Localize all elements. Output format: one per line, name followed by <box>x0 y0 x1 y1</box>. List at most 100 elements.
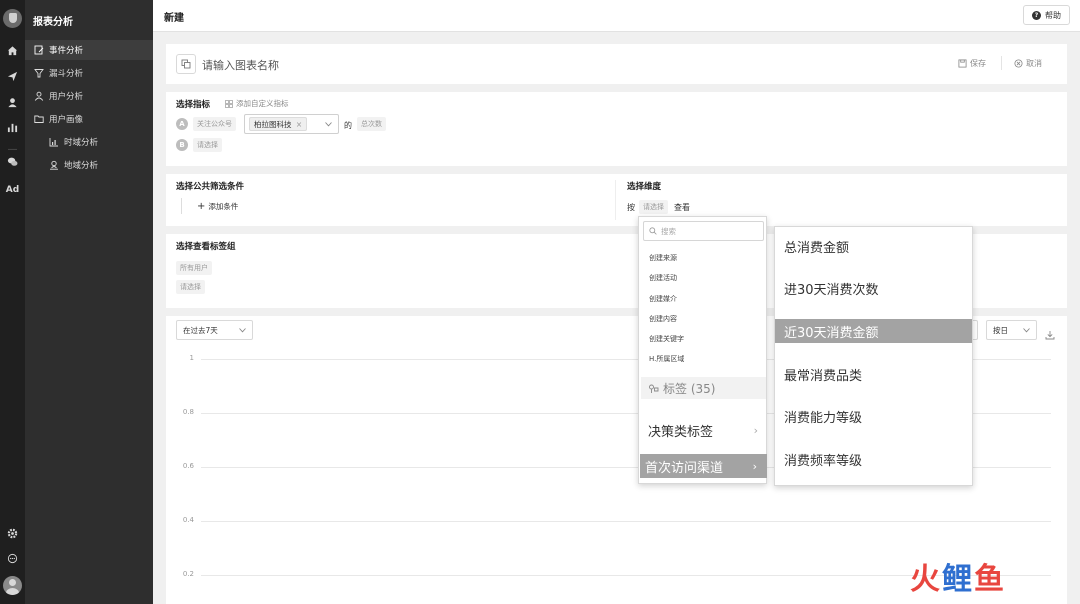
chevron-right-icon: › <box>752 459 757 473</box>
event-select[interactable]: 关注公众号 <box>193 117 236 131</box>
location-user-icon <box>47 158 61 172</box>
y-tick-label: 1 <box>189 354 194 362</box>
dimension-title: 选择维度 <box>627 182 662 192</box>
edit-doc-icon <box>32 43 46 57</box>
dropdown-option[interactable]: 创建活动 <box>649 273 677 283</box>
funnel-icon <box>32 66 46 80</box>
tag-option-selected[interactable]: 近30天消费金额 <box>775 319 972 343</box>
dropdown-search-input[interactable]: 搜索 <box>643 221 764 241</box>
chat-icon[interactable] <box>0 553 25 564</box>
dropdown-option[interactable]: H.所属区域 <box>649 354 684 364</box>
granularity-select[interactable]: 按日 <box>986 320 1037 340</box>
metric-title: 选择指标 <box>176 100 211 110</box>
all-users-chip[interactable]: 所有用户 <box>176 261 212 275</box>
add-condition-label: 添加条件 <box>208 202 239 211</box>
category-label: 首次访问渠道 <box>645 460 724 476</box>
question-icon: ? <box>1032 10 1041 20</box>
add-custom-metric-button[interactable]: 添加自定义指标 <box>225 98 289 109</box>
sidebar-item-user-portrait[interactable]: 用户画像 <box>25 109 153 129</box>
sidebar-item-label: 地域分析 <box>64 161 99 171</box>
label-group-select[interactable]: 请选择 <box>176 280 205 294</box>
bar-chart-icon[interactable] <box>0 122 25 133</box>
tag-option[interactable]: 进30天消费次数 <box>775 276 972 300</box>
y-tick-label: 0.8 <box>182 408 194 416</box>
category-label: 决策类标签 <box>648 424 714 440</box>
tag-option[interactable]: 消费频率等级 <box>775 447 972 471</box>
avatar[interactable] <box>3 576 22 595</box>
sidebar-item-label: 时域分析 <box>64 138 99 148</box>
tag-options-dropdown: 总消费金额 进30天消费次数 近30天消费金额 最常消费品类 消费能力等级 消费… <box>774 226 973 486</box>
search-placeholder: 搜索 <box>661 226 676 236</box>
grid-line <box>201 521 1051 522</box>
tag-option[interactable]: 消费能力等级 <box>775 404 972 428</box>
save-icon <box>958 59 967 68</box>
sidebar-item-user-analysis[interactable]: 用户分析 <box>25 86 153 106</box>
chevron-down-icon <box>325 122 332 127</box>
user-icon[interactable] <box>0 97 25 108</box>
cancel-label: 取消 <box>1026 59 1042 68</box>
metric-b-badge: B <box>176 139 188 151</box>
tag-group-label: 标签 (35) <box>663 381 716 396</box>
y-tick-label: 0.6 <box>182 462 194 470</box>
watermark-char: 鱼 <box>974 562 1004 597</box>
add-custom-metric-label: 添加自定义指标 <box>236 99 289 108</box>
download-icon[interactable] <box>1045 325 1055 344</box>
date-range-select[interactable]: 在过去7天 <box>176 320 253 340</box>
divider <box>1001 56 1002 70</box>
cancel-icon <box>1014 59 1023 68</box>
dropdown-option[interactable]: 创建媒介 <box>649 294 677 304</box>
sidebar-item-event-analysis[interactable]: 事件分析 <box>25 40 153 60</box>
property-select[interactable]: 柏拉图科技 × <box>244 114 339 134</box>
dropdown-option[interactable]: 创建来源 <box>649 253 677 263</box>
chevron-down-icon <box>1023 327 1030 332</box>
page-title: 新建 <box>164 13 184 24</box>
menu-title: 报表分析 <box>33 17 73 28</box>
watermark-logo: 火 鲤 鱼 <box>910 562 1004 598</box>
metric-b-select[interactable]: 请选择 <box>193 138 222 152</box>
filter-title: 选择公共筛选条件 <box>176 182 245 192</box>
dimension-prefix: 按 <box>627 203 635 212</box>
category-first-visit-channel[interactable]: 首次访问渠道 › <box>640 454 767 478</box>
dropdown-option[interactable]: 创建关键字 <box>649 334 684 344</box>
tag-option[interactable]: 最常消费品类 <box>775 362 972 386</box>
dimension-dropdown: 搜索 创建来源 创建活动 创建媒介 创建内容 创建关键字 H.所属区域 标签 (… <box>638 216 767 484</box>
save-button[interactable]: 保存 <box>958 58 986 69</box>
sidebar-item-label: 事件分析 <box>49 46 84 56</box>
add-condition-button[interactable]: + 添加条件 <box>197 201 238 212</box>
top-header: 新建 ? 帮助 <box>153 0 1080 32</box>
sidebar-item-time-analysis[interactable]: 时域分析 <box>25 132 153 152</box>
dimension-select[interactable]: 请选择 <box>639 200 668 214</box>
sidebar-item-funnel-analysis[interactable]: 漏斗分析 <box>25 63 153 83</box>
granularity-label: 按日 <box>993 325 1008 335</box>
tag-user-icon <box>649 384 659 393</box>
measure-select[interactable]: 总次数 <box>357 117 386 131</box>
selected-tag: 柏拉图科技 × <box>249 117 308 131</box>
dropdown-option[interactable]: 创建内容 <box>649 314 677 324</box>
category-decision-tags[interactable]: 决策类标签 › <box>639 418 768 442</box>
grid-icon <box>225 99 233 108</box>
tag-option[interactable]: 总消费金额 <box>775 234 972 258</box>
metric-a-badge: A <box>176 118 188 130</box>
chart-name-input[interactable]: 请输入图表名称 <box>202 57 279 73</box>
tag-close-icon[interactable]: × <box>296 120 302 129</box>
connector-text: 的 <box>344 121 352 130</box>
chevron-down-icon <box>239 327 246 332</box>
wechat-icon[interactable] <box>0 156 25 167</box>
search-icon <box>649 227 657 235</box>
chevron-right-icon: › <box>753 423 758 437</box>
sidebar-item-label: 用户分析 <box>49 92 84 102</box>
cancel-button[interactable]: 取消 <box>1014 58 1042 69</box>
send-icon[interactable] <box>0 71 25 82</box>
sidebar-item-region-analysis[interactable]: 地域分析 <box>25 155 153 175</box>
ad-icon[interactable]: Ad <box>0 183 25 197</box>
gear-icon[interactable] <box>0 528 25 539</box>
sidebar-menu: 报表分析 事件分析 漏斗分析 用户分析 用户画像 时域分析 地域分析 <box>25 0 153 604</box>
help-button[interactable]: ? 帮助 <box>1023 5 1070 25</box>
copy-icon[interactable] <box>176 54 196 74</box>
tag-group-header: 标签 (35) <box>641 377 766 399</box>
app-logo-icon <box>3 9 22 28</box>
date-range-label: 在过去7天 <box>183 325 218 335</box>
home-icon[interactable] <box>0 45 25 56</box>
dimension-suffix: 查看 <box>674 203 690 212</box>
sidebar-item-label: 用户画像 <box>49 115 84 125</box>
